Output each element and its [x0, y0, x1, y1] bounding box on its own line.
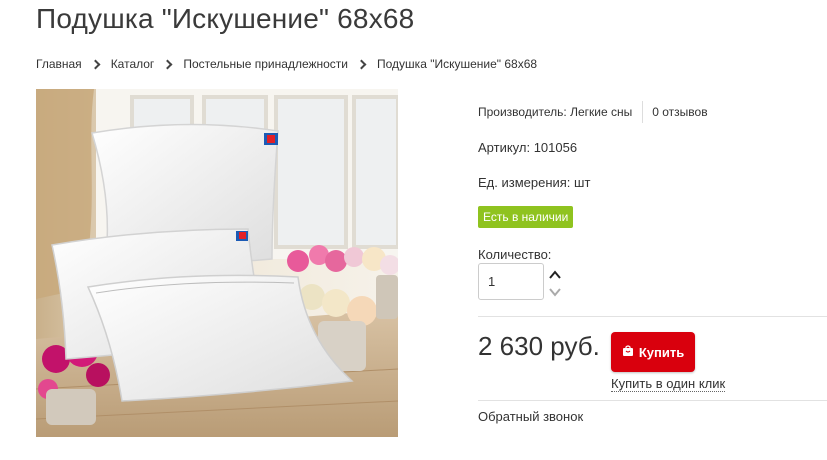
- divider: [642, 101, 644, 123]
- shopping-bag-icon: [622, 344, 634, 360]
- breadcrumb: Главная Каталог Постельные принадлежност…: [36, 57, 537, 71]
- page-title: Подушка "Искушение" 68х68: [36, 3, 415, 34]
- breadcrumb-home[interactable]: Главная: [36, 57, 82, 71]
- divider: [478, 400, 827, 401]
- callback-link[interactable]: Обратный звонок: [478, 409, 583, 424]
- sku: Артикул: 101056: [478, 140, 578, 155]
- buy-button[interactable]: Купить: [611, 332, 695, 372]
- breadcrumb-bedding[interactable]: Постельные принадлежности: [183, 57, 348, 71]
- chevron-up-icon[interactable]: [548, 268, 562, 282]
- quantity-input[interactable]: [478, 263, 544, 300]
- one-click-buy-link[interactable]: Купить в один клик: [611, 376, 726, 392]
- chevron-right-icon: [356, 59, 367, 69]
- manufacturer-row: Производитель: Легкие сны 0 отзывов: [478, 100, 708, 124]
- reviews-link[interactable]: 0 отзывов: [652, 105, 707, 119]
- buy-button-label: Купить: [638, 344, 685, 360]
- product-info: Производитель: Легкие сны 0 отзывов Арти…: [478, 0, 827, 460]
- quantity-label: Количество:: [478, 247, 552, 262]
- chevron-down-icon[interactable]: [548, 285, 562, 299]
- price: 2 630 руб.: [478, 331, 600, 361]
- breadcrumb-catalog[interactable]: Каталог: [111, 57, 155, 71]
- unit-of-measure: Ед. измерения: шт: [478, 175, 591, 190]
- manufacturer: Производитель: Легкие сны: [478, 105, 633, 119]
- divider: [478, 316, 827, 317]
- chevron-right-icon: [162, 59, 173, 69]
- product-image[interactable]: [36, 89, 398, 437]
- chevron-right-icon: [90, 59, 101, 69]
- stock-badge: Есть в наличии: [478, 206, 574, 228]
